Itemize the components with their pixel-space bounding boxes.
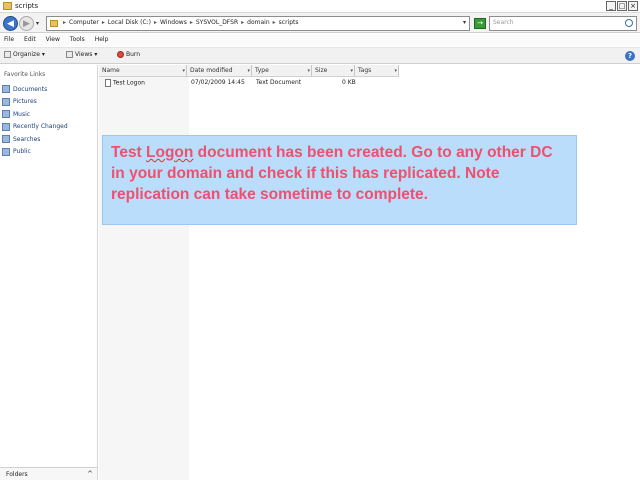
sidebar-item-music[interactable]: Music [2, 108, 68, 121]
documents-icon [2, 85, 10, 94]
sidebar-item-recently-changed[interactable]: Recently Changed [2, 121, 68, 134]
search-placeholder: Search [493, 19, 514, 26]
chevron-down-icon: ▾ [394, 68, 397, 74]
chevron-down-icon: ▾ [247, 68, 250, 74]
column-header-date-modified[interactable]: Date modified ▾ [187, 65, 252, 77]
window-controls: _ □ × [606, 1, 638, 11]
public-folder-icon [2, 147, 10, 156]
breadcrumb-item-local-disk[interactable]: Local Disk (C:) [108, 19, 151, 26]
favorite-links-list: Documents Pictures Music Recently Change… [2, 83, 68, 158]
file-size-cell: 0 KB [342, 79, 356, 86]
organize-icon [4, 51, 11, 58]
recently-changed-icon [2, 122, 10, 131]
forward-button[interactable]: ▶ [19, 16, 34, 31]
menu-tools[interactable]: Tools [70, 34, 85, 46]
folders-label: Folders [6, 471, 28, 478]
minimize-button[interactable]: _ [606, 1, 616, 11]
column-header-tags[interactable]: Tags ▾ [355, 65, 399, 77]
back-button[interactable]: ◀ [3, 16, 18, 31]
breadcrumb-item-scripts[interactable]: scripts [279, 19, 299, 26]
sidebar-item-documents[interactable]: Documents [2, 83, 68, 96]
column-header-name[interactable]: Name ▾ [99, 65, 187, 77]
file-row[interactable]: Test Logon 07/02/2009 14:45 Text Documen… [105, 79, 402, 89]
navigation-pane: Favorite Links Documents Pictures Music … [0, 65, 98, 480]
music-icon [2, 110, 10, 119]
callout-text: Test Logon document has been created. Go… [111, 144, 553, 203]
file-tags-cell [372, 79, 402, 89]
maximize-button[interactable]: □ [617, 1, 627, 11]
text-file-icon [105, 79, 111, 87]
menu-edit[interactable]: Edit [24, 34, 36, 46]
pictures-icon [2, 97, 10, 106]
views-button[interactable]: Views ▾ [66, 51, 97, 58]
file-name-cell: Test Logon [105, 79, 191, 89]
help-icon[interactable]: ? [625, 51, 635, 61]
search-icon[interactable] [625, 19, 633, 27]
command-toolbar: Organize ▾ Views ▾ Burn ? [0, 47, 640, 64]
column-header-size[interactable]: Size ▾ [312, 65, 355, 77]
window-title: scripts [15, 2, 39, 10]
sidebar-item-pictures[interactable]: Pictures [2, 96, 68, 109]
annotation-callout: Test Logon document has been created. Go… [102, 135, 577, 225]
favorite-links-heading: Favorite Links [4, 71, 46, 78]
folder-icon [3, 2, 12, 10]
chevron-up-icon: ^ [87, 470, 93, 478]
close-button[interactable]: × [628, 1, 638, 11]
sidebar-item-searches[interactable]: Searches [2, 133, 68, 146]
title-bar: scripts _ □ × [0, 0, 640, 13]
menu-help[interactable]: Help [95, 34, 109, 46]
column-header-type[interactable]: Type ▾ [252, 65, 312, 77]
organize-button[interactable]: Organize ▾ [4, 51, 45, 58]
folder-icon [50, 20, 58, 27]
column-headers: Name ▾ Date modified ▾ Type ▾ Size ▾ Tag… [99, 65, 419, 77]
address-field[interactable]: ▸ Computer ▸ Local Disk (C:) ▸ Windows ▸… [46, 16, 470, 31]
spellcheck-word: Logon [146, 144, 194, 161]
sidebar-item-public[interactable]: Public [2, 146, 68, 159]
file-type-cell: Text Document [256, 79, 302, 86]
address-dropdown-icon[interactable]: ▾ [463, 19, 466, 26]
menu-bar: File Edit View Tools Help [0, 34, 640, 46]
address-toolbar: ◀ ▶ ▾ ▸ Computer ▸ Local Disk (C:) ▸ Win… [0, 13, 640, 33]
file-date-cell: 07/02/2009 14:45 [191, 79, 245, 86]
go-button[interactable]: → [474, 18, 486, 29]
folders-toggle[interactable]: Folders ^ [0, 467, 97, 480]
breadcrumb-item-windows[interactable]: Windows [160, 19, 187, 26]
breadcrumb-item-computer[interactable]: Computer [69, 19, 99, 26]
burn-disc-icon [117, 51, 124, 58]
breadcrumb-item-domain[interactable]: domain [247, 19, 269, 26]
views-icon [66, 51, 73, 58]
menu-view[interactable]: View [46, 34, 60, 46]
chevron-down-icon: ▾ [350, 68, 353, 74]
searches-icon [2, 135, 10, 144]
chevron-down-icon: ▾ [182, 68, 185, 74]
file-list-pane: Name ▾ Date modified ▾ Type ▾ Size ▾ Tag… [99, 65, 640, 480]
menu-file[interactable]: File [4, 34, 14, 46]
recent-pages-dropdown[interactable]: ▾ [36, 20, 39, 27]
breadcrumb-item-sysvol[interactable]: SYSVOL_DFSR [196, 19, 238, 26]
chevron-down-icon: ▾ [41, 51, 45, 58]
chevron-down-icon: ▾ [307, 68, 310, 74]
search-input[interactable]: Search [489, 16, 637, 31]
chevron-down-icon: ▾ [94, 51, 98, 58]
burn-button[interactable]: Burn [117, 51, 140, 58]
breadcrumb: ▸ Computer ▸ Local Disk (C:) ▸ Windows ▸… [63, 19, 299, 26]
name-column-highlight [99, 65, 189, 480]
